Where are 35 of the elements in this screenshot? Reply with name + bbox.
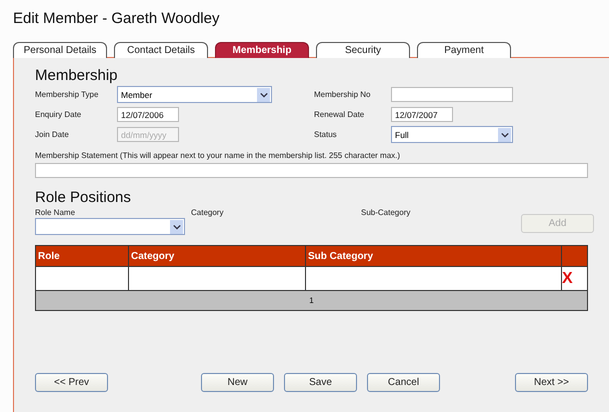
page-number[interactable]: 1 [309,296,314,305]
tab[interactable]: Contact Details [114,42,208,58]
field-label: Membership Statement (This will appear next to your name in the membership list. 255 character max.) [35,151,402,160]
renewal-date-field[interactable]: 12/07/2007 [391,107,453,122]
next-button[interactable]: Next >> [515,373,588,392]
column-header: Role [36,246,128,266]
column-header: Sub Category [306,246,562,266]
column-header: Category [128,246,306,266]
action-button[interactable]: Cancel [367,373,440,392]
enquiry-date-field[interactable]: 12/07/2006 [117,107,179,122]
field-label: Role Name [35,208,76,217]
membership-no-field[interactable] [391,87,513,102]
field-label: Enquiry Date [35,110,82,119]
membership-statement-field[interactable] [35,162,588,178]
tab[interactable]: Membership [215,42,309,58]
tab[interactable]: Personal Details [13,42,107,58]
status-select[interactable]: Full [391,126,513,143]
field-label: Membership Type [35,90,100,99]
action-button[interactable]: New [201,373,274,392]
field-label: Sub-Category [361,208,412,217]
field-label: Category [191,208,224,217]
field-label: Join Date [35,130,70,139]
page-title: Edit Member - Gareth Woodley [12,9,220,29]
field-label: Membership No [314,90,372,99]
action-button[interactable]: Save [284,373,357,392]
field-label: Renewal Date [314,110,366,119]
field-label: Status [314,130,338,139]
role-name-select[interactable] [35,218,185,235]
section-heading: Membership [35,68,119,84]
membership-type-select[interactable]: Member [117,86,272,103]
section-heading: Role Positions [35,190,132,206]
prev-button[interactable]: << Prev [35,373,108,392]
join-date-field[interactable]: dd/mm/yyyy [117,127,179,142]
tab[interactable]: Payment [417,42,511,58]
tab[interactable]: Security [316,42,410,58]
